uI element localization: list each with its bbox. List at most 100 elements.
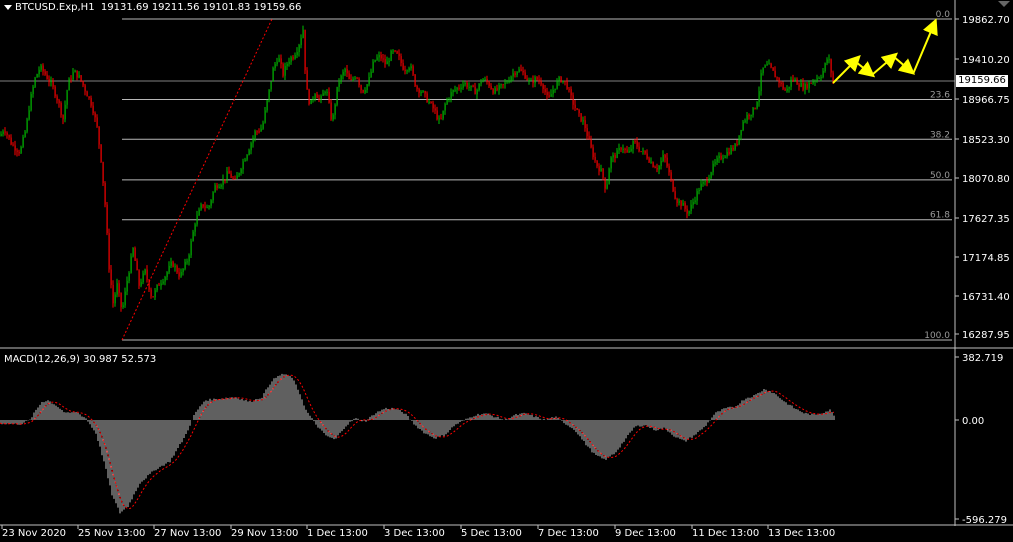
candle-body <box>488 81 490 87</box>
candle-body <box>78 75 80 78</box>
candle-body <box>388 60 390 62</box>
candle-body <box>616 150 618 159</box>
candle-body <box>340 75 342 83</box>
candle-body <box>642 150 644 152</box>
candle-body <box>720 155 722 160</box>
candle-body <box>314 94 316 100</box>
candle-body <box>694 200 696 203</box>
candle-body <box>824 63 826 72</box>
candle-body <box>614 155 616 159</box>
candle-body <box>542 84 544 90</box>
candle-body <box>748 115 750 117</box>
candle-body <box>510 76 512 82</box>
macd-tick-label: 382.719 <box>962 353 1003 364</box>
candle-body <box>604 177 606 189</box>
candle-body <box>466 82 468 88</box>
candle-body <box>132 248 134 257</box>
candle-body <box>738 135 740 145</box>
candle-body <box>630 148 632 151</box>
candle-body <box>220 185 222 187</box>
candle-body <box>68 78 70 91</box>
candle-body <box>322 93 324 96</box>
candle-body <box>776 77 778 79</box>
candle-body <box>486 79 488 82</box>
candle-body <box>158 284 160 286</box>
candle-body <box>452 90 454 93</box>
candle-body <box>184 261 186 269</box>
candle-body <box>590 139 592 148</box>
candle-body <box>778 77 780 83</box>
candle-body <box>258 131 260 133</box>
candle-body <box>294 55 296 59</box>
candle-body <box>84 85 86 92</box>
candle-body <box>304 29 306 71</box>
candle-body <box>698 190 700 192</box>
candle-body <box>292 57 294 59</box>
candle-body <box>500 84 502 86</box>
candle-body <box>772 67 774 71</box>
candle-body <box>412 66 414 75</box>
candle-body <box>526 78 528 81</box>
candle-body <box>196 215 198 225</box>
dropdown-triangle-icon[interactable] <box>4 4 12 10</box>
candle-body <box>532 79 534 84</box>
candle-body <box>504 82 506 85</box>
candle-body <box>624 148 626 150</box>
candle-body <box>344 69 346 73</box>
candle-body <box>600 168 602 172</box>
candle-body <box>18 151 20 154</box>
candle-body <box>494 88 496 94</box>
candle-body <box>756 102 758 109</box>
candle-body <box>102 161 104 184</box>
candle-body <box>110 269 112 286</box>
candle-body <box>538 79 540 82</box>
candle-body <box>522 70 524 73</box>
candle-body <box>438 118 440 120</box>
candle-body <box>530 79 532 81</box>
candle-body <box>448 98 450 100</box>
macd-header: MACD(12,26,9) 30.987 52.573 <box>4 354 157 365</box>
candle-body <box>14 145 16 151</box>
candle-body <box>468 86 470 88</box>
price-tick-label: 18070.80 <box>962 174 1010 185</box>
candle-body <box>758 91 760 103</box>
candle-body <box>596 160 598 167</box>
candle-body <box>814 80 816 82</box>
candle-body <box>242 161 244 170</box>
candle-body <box>520 69 522 71</box>
fib-level-label: 38.2 <box>930 130 950 140</box>
candle-body <box>608 168 610 185</box>
candlestick-series <box>0 25 834 312</box>
candle-body <box>180 271 182 277</box>
candle-body <box>788 86 790 89</box>
candle-body <box>320 95 322 99</box>
candle-body <box>240 169 242 174</box>
candle-body <box>612 155 614 158</box>
candle-body <box>568 88 570 90</box>
candle-body <box>728 151 730 155</box>
candle-body <box>98 126 100 145</box>
candle-body <box>736 143 738 145</box>
candle-body <box>620 148 622 150</box>
candle-body <box>116 283 118 295</box>
candle-body <box>724 156 726 159</box>
candle-body <box>224 179 226 181</box>
candle-body <box>26 119 28 132</box>
time-tick-label: 1 Dec 13:00 <box>307 528 368 539</box>
candle-body <box>248 150 250 155</box>
candle-body <box>88 96 90 98</box>
candle-body <box>16 150 18 152</box>
candle-body <box>610 157 612 169</box>
candle-body <box>280 58 282 64</box>
candle-body <box>30 94 32 111</box>
candle-body <box>416 86 418 89</box>
candle-body <box>650 162 652 164</box>
candle-body <box>298 45 300 52</box>
candle-body <box>580 113 582 122</box>
candle-body <box>722 158 724 160</box>
candle-body <box>198 209 200 216</box>
candle-body <box>354 77 356 79</box>
chart-canvas: 0.0 23.6 38.2 50.0 61.8 100.0 19862.70 19410.2… <box>0 0 1013 539</box>
candle-body <box>182 268 184 272</box>
candle-body <box>168 265 170 273</box>
